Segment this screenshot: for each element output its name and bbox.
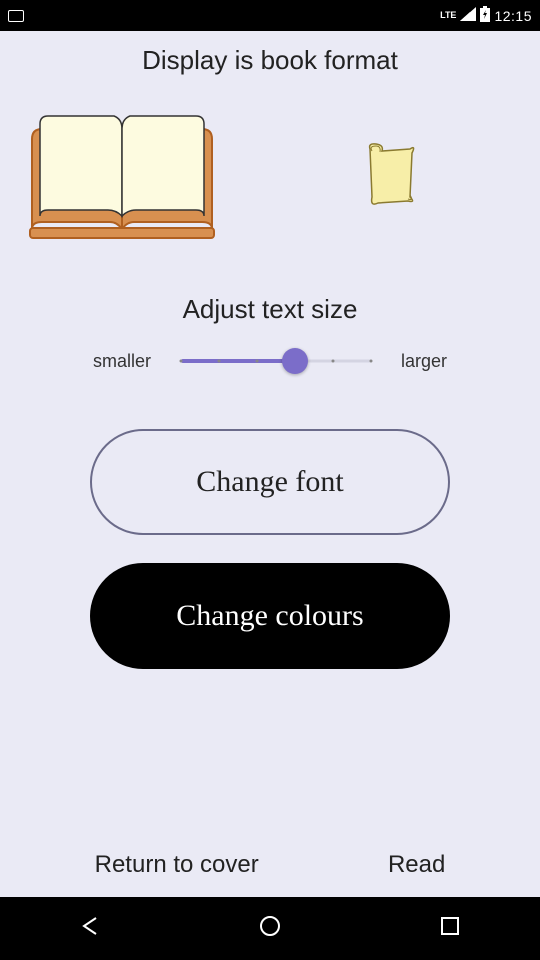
read-link[interactable]: Read [388,851,445,879]
android-nav-bar [0,897,540,960]
text-size-slider-row: smaller larger [0,349,540,373]
recent-icon [440,916,460,941]
display-format-row [0,106,540,246]
change-colours-button[interactable]: Change colours [90,563,450,669]
slider-min-label: smaller [93,351,151,372]
nav-back-button[interactable] [50,909,130,949]
page-title: Display is book format [142,45,398,76]
bottom-actions: Return to cover Read [0,851,540,879]
text-size-slider[interactable] [181,349,371,373]
home-icon [259,915,281,942]
status-time: 12:15 [494,8,532,24]
lte-indicator: LTE [440,11,456,20]
nav-recent-button[interactable] [410,909,490,949]
signal-icon [460,7,476,24]
slider-max-label: larger [401,351,447,372]
app-content: Display is book format [0,31,540,897]
slider-thumb[interactable] [282,348,308,374]
battery-charging-icon [480,6,490,25]
scroll-format-option[interactable] [363,141,418,211]
back-icon [78,914,102,943]
open-book-icon [22,104,222,249]
change-font-button[interactable]: Change font [90,429,450,535]
sd-card-icon [8,10,24,22]
book-format-option[interactable] [22,106,222,246]
scroll-icon [366,141,416,212]
text-size-label: Adjust text size [183,294,358,325]
nav-home-button[interactable] [230,909,310,949]
status-bar: LTE 12:15 [0,0,540,31]
return-to-cover-link[interactable]: Return to cover [95,851,259,879]
